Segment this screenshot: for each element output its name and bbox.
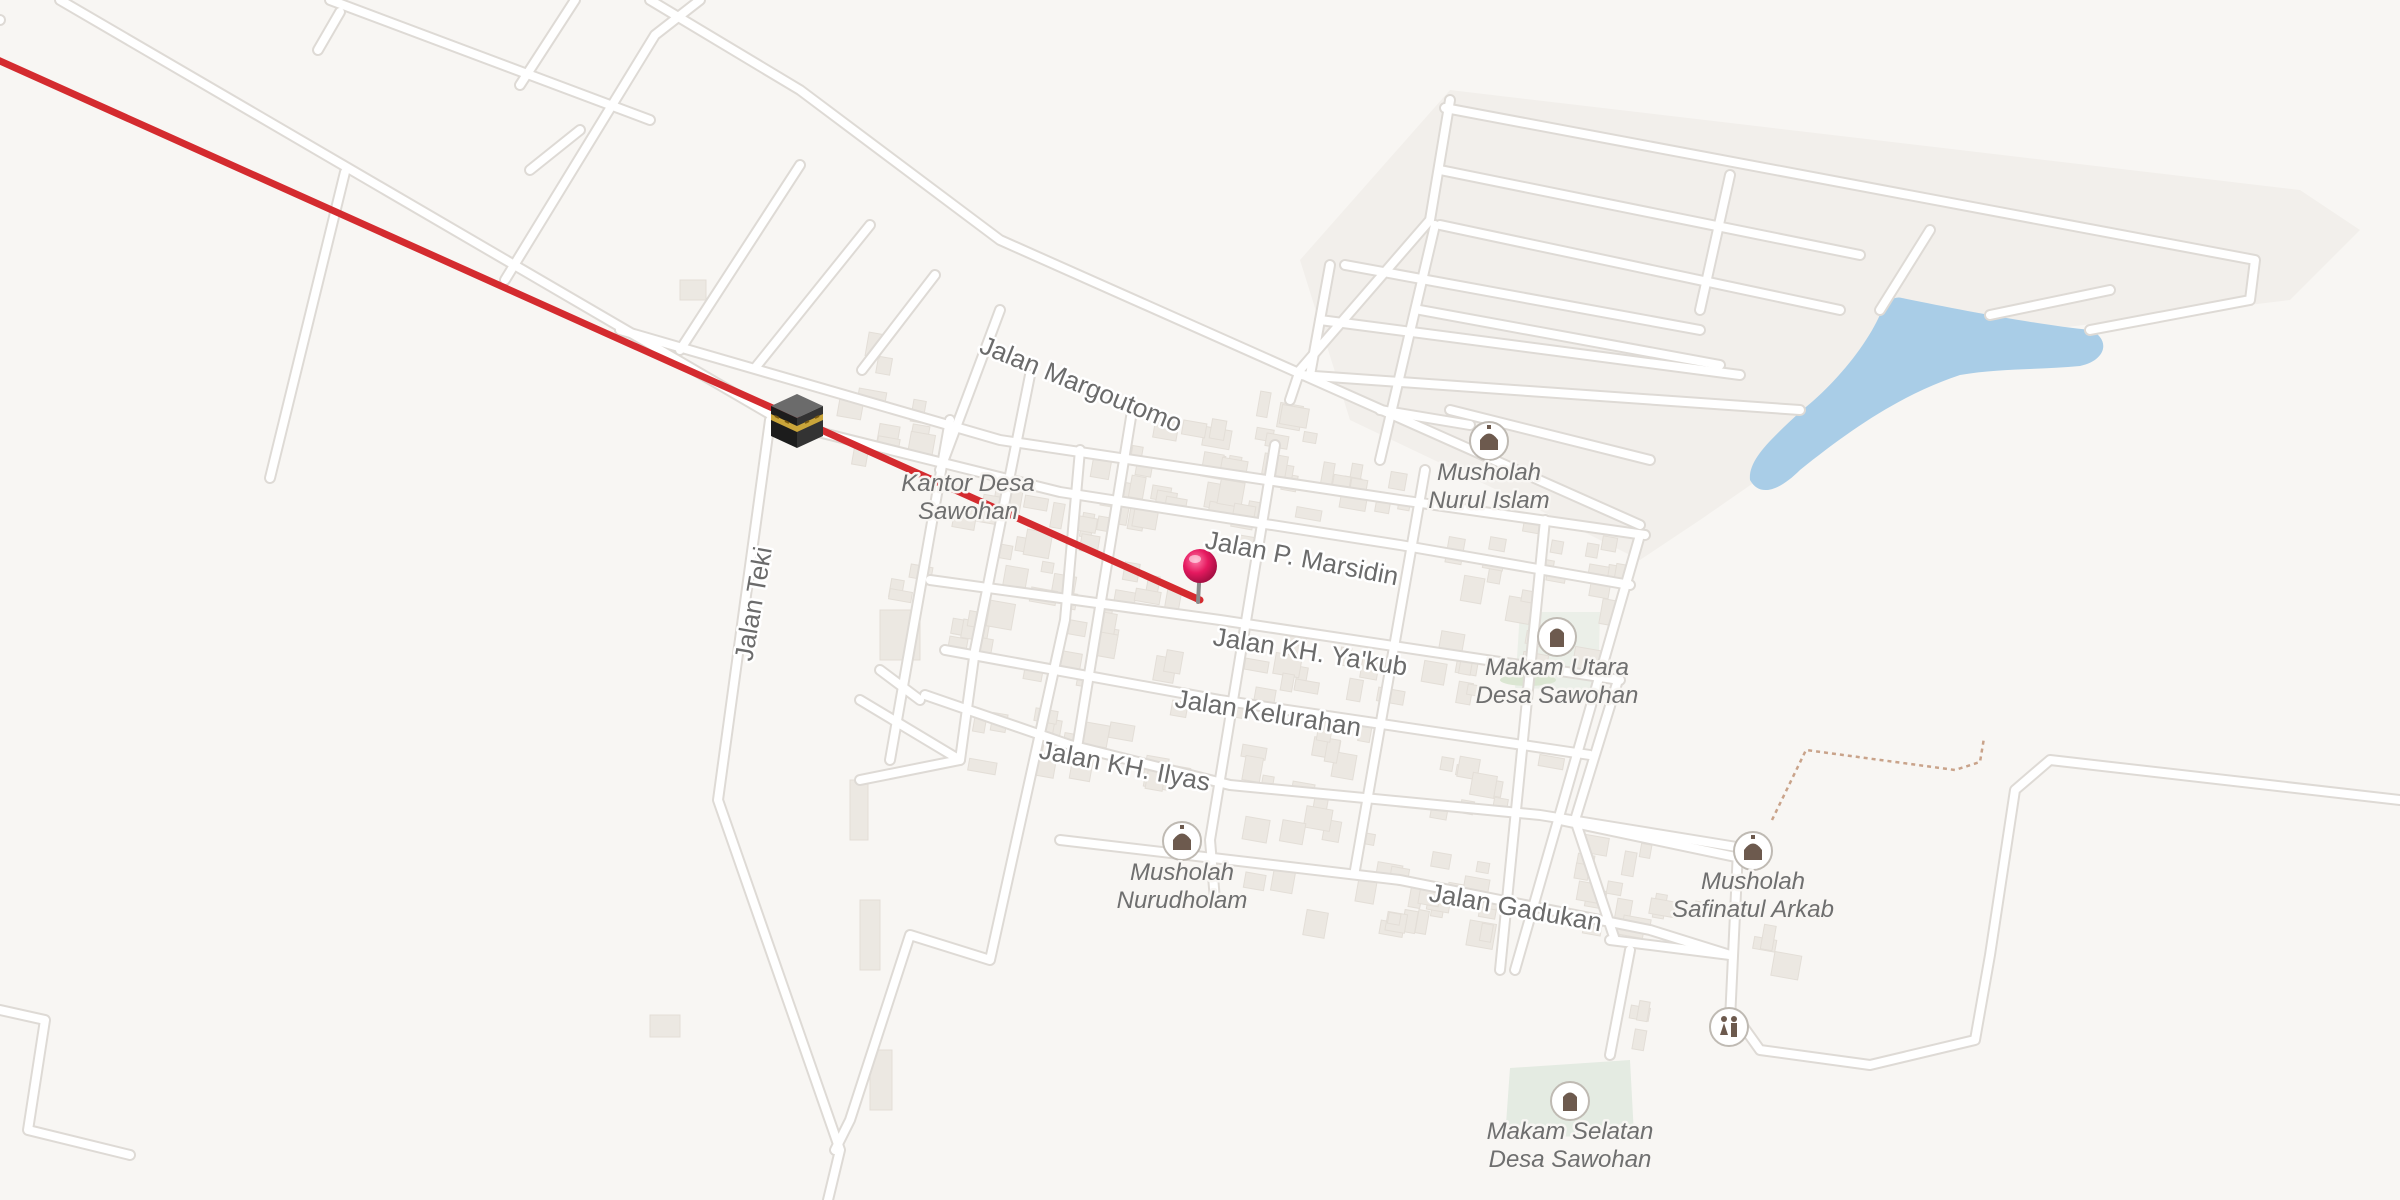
building [1549,539,1565,555]
poi-label-line1: Makam Selatan [1487,1118,1654,1145]
building [875,355,894,376]
building [649,1014,681,1038]
cemetery-icon [1537,617,1577,657]
poi-label-line1: Musholah [1130,859,1234,886]
mosque-icon [1733,831,1773,871]
poi-kantor-desa[interactable]: Kantor Desa Sawohan [899,468,1037,528]
building [1279,672,1296,693]
building [1468,771,1499,799]
building [1770,950,1803,981]
building [1302,430,1318,445]
poi-label-line1: Kantor Desa [901,470,1034,497]
building [1241,815,1271,844]
poi-label-line2: Safinatul Arkab [1672,896,1834,923]
building [1208,418,1228,442]
building [1278,403,1310,429]
building [1216,478,1246,509]
building [1387,470,1408,492]
building [1605,880,1624,897]
poi-toilets[interactable] [1709,1007,1749,1047]
poi-label-line1: Musholah [1701,868,1805,895]
building [1302,805,1334,833]
building [1638,842,1653,859]
poi-label-line2: Sawohan [918,498,1018,525]
building [679,279,707,301]
mosque-icon [1162,821,1202,861]
mosque-icon [1469,421,1509,461]
cemetery-icon [1550,1081,1590,1121]
building [849,779,869,841]
poi-label-line2: Nurudholam [1117,887,1248,914]
poi-label-line2: Desa Sawohan [1489,1146,1652,1173]
building [1420,659,1448,686]
building [1475,860,1491,875]
building [1600,535,1619,553]
building [1040,560,1055,575]
building [1478,922,1495,943]
poi-label-line1: Makam Utara [1485,654,1629,681]
building [1302,908,1329,939]
building [1386,911,1402,926]
building [1162,649,1185,675]
building [1241,754,1265,784]
building [1488,536,1507,553]
building [1278,819,1307,846]
building [859,899,881,971]
poi-label-line1: Musholah [1437,459,1541,486]
building [1430,851,1452,870]
poi-label-line2: Nurul Islam [1428,487,1549,514]
poi-label-line2: Desa Sawohan [1476,682,1639,709]
building [985,599,1017,631]
building [1459,574,1486,605]
building [1439,756,1455,773]
building [1127,474,1147,500]
building [1584,542,1600,559]
toilets-icon [1709,1007,1749,1047]
map-canvas[interactable]: Jalan Margoutomo Jalan P. Marsidin Jalan… [0,0,2400,1200]
